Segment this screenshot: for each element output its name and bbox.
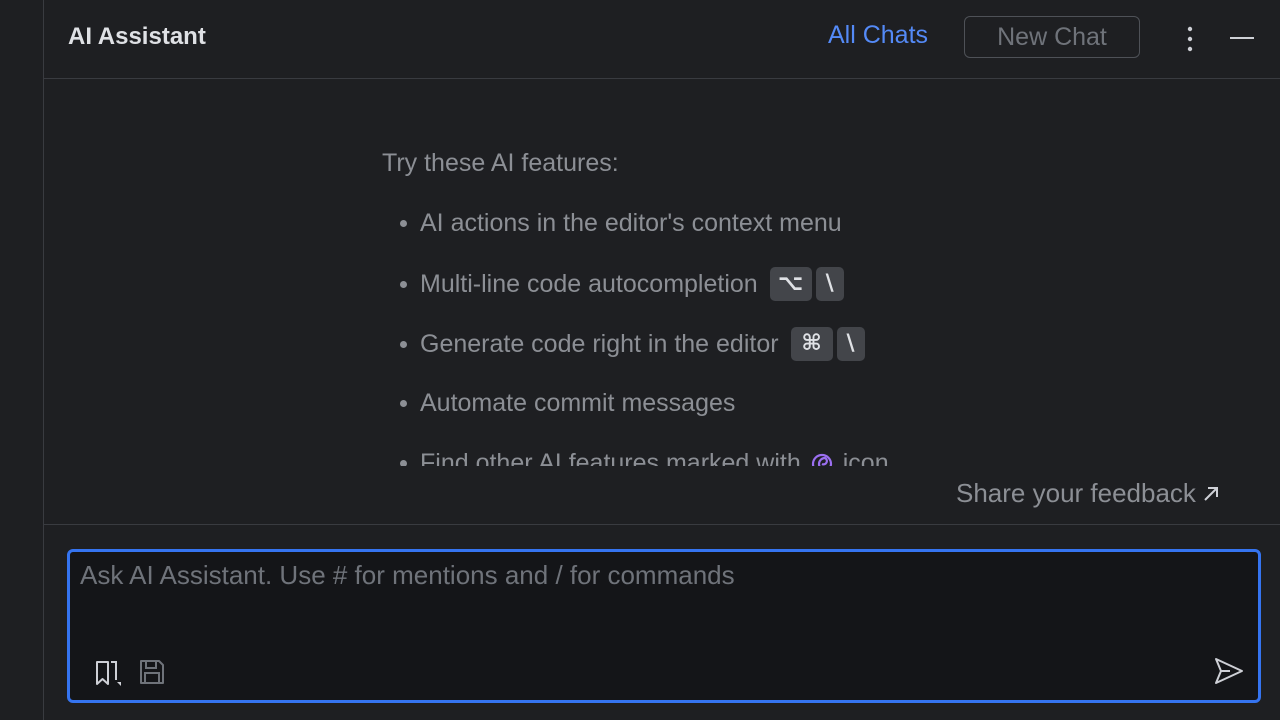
bullet [400,400,407,407]
prompt-input[interactable] [80,560,1240,640]
hint-item: Multi-line code autocompletion ⌥ \ [400,267,844,301]
panel-header: AI Assistant All Chats New Chat [44,0,1280,79]
external-arrow-icon [1204,486,1218,501]
chat-content-area: Try these AI features: AI actions in the… [44,79,1280,466]
shortcut-key-command: ⌘ [790,327,833,361]
hint-item: Find other AI features marked with icon [400,449,889,466]
hint-item: Automate commit messages [400,389,735,418]
hint-text: Generate code right in the editor [420,329,779,358]
send-icon[interactable] [1212,654,1246,688]
input-divider [44,524,1280,525]
panel-title: AI Assistant [68,23,206,50]
share-feedback-link[interactable]: Share your feedback [956,478,1220,509]
left-tool-strip [0,0,44,720]
hint-text: Automate commit messages [420,389,736,417]
hints-heading: Try these AI features: [382,149,619,177]
shortcut-key-backslash: \ [836,327,865,361]
add-context-icon[interactable] [92,656,126,690]
hint-item: Generate code right in the editor ⌘ \ [400,327,865,361]
bullet [400,280,407,288]
hint-text: AI actions in the editor's context menu [420,209,842,237]
bullet [400,460,407,466]
ai-assistant-panel: AI Assistant All Chats New Chat Try thes… [44,0,1280,720]
new-chat-button[interactable]: New Chat [964,16,1140,58]
save-prompt-icon[interactable] [138,658,166,686]
bullet [400,220,407,227]
minimize-icon[interactable] [1228,28,1256,48]
shortcut-key-backslash: \ [815,267,844,301]
hint-item: AI actions in the editor's context menu [400,209,842,238]
bullet [400,340,407,348]
prompt-input-box [67,549,1261,703]
ai-spiral-icon [811,453,832,466]
vertical-ellipsis-icon[interactable] [1180,24,1200,54]
hint-text: Find other AI features marked with [420,449,801,466]
hint-suffix: icon [842,449,889,466]
shortcut-key-option: ⌥ [769,267,812,301]
all-chats-link[interactable]: All Chats [828,21,928,50]
hint-text: Multi-line code autocompletion [420,269,758,298]
feedback-label: Share your feedback [956,478,1196,508]
